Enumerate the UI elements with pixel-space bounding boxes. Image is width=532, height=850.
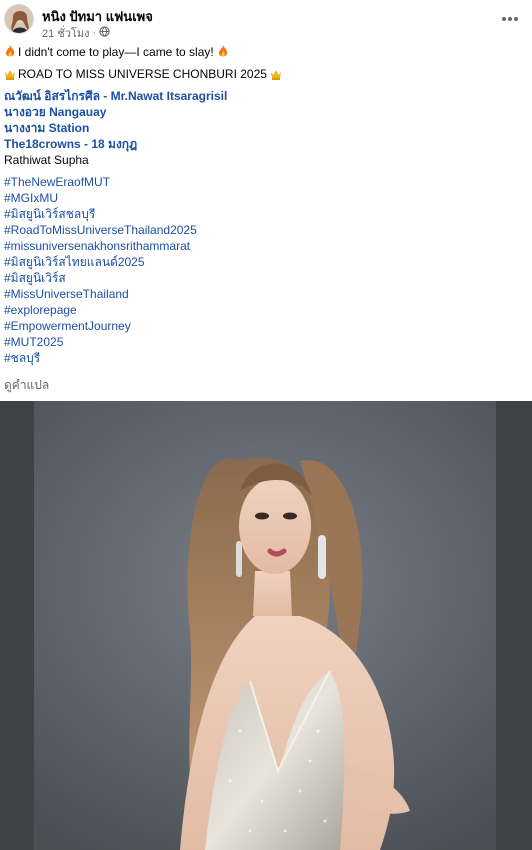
hashtag-link[interactable]: #RoadToMissUniverseThailand2025 — [4, 222, 524, 238]
hashtag-link[interactable]: #missuniversenakhonsrithammarat — [4, 238, 524, 254]
hashtag-link[interactable]: #EmpowermentJourney — [4, 318, 524, 334]
globe-icon — [99, 26, 110, 40]
hashtag-link[interactable]: #TheNewEraofMUT — [4, 174, 524, 190]
author-avatar[interactable] — [4, 4, 34, 34]
post-line-1-text: I didn't come to play—I came to slay! — [18, 45, 214, 59]
post-line-2: ROAD TO MISS UNIVERSE CHONBURI 2025 — [4, 66, 524, 82]
credit-link[interactable]: The18crowns - 18 มงกุฎ — [4, 136, 524, 152]
hashtag-link[interactable]: #มิสยูนิเวิร์สไทยแลนด์2025 — [4, 254, 524, 270]
post-body: I didn't come to play—I came to slay! RO… — [4, 44, 524, 366]
see-translation-link[interactable]: ดูคำแปล — [4, 376, 49, 395]
fire-icon — [217, 45, 229, 62]
post-photo[interactable] — [0, 401, 532, 850]
meta-separator: · — [92, 27, 97, 39]
post-header: หนิง ปัทมา แฟนเพจ 21 ชั่วโมง · — [0, 0, 532, 44]
more-options-button[interactable] — [496, 4, 524, 32]
fire-icon — [4, 45, 16, 62]
credit-link[interactable]: ณวัฒน์ อิสรไกรศีล - Mr.Nawat Itsaragrisi… — [4, 88, 524, 104]
hashtag-link[interactable]: #MGIxMU — [4, 190, 524, 206]
post-photo-image — [0, 401, 532, 850]
hashtag-link[interactable]: #มิสยูนิเวิร์สชลบุรี — [4, 206, 524, 222]
crown-icon — [4, 68, 16, 84]
credit-link[interactable]: นางอวย Nangauay — [4, 104, 524, 120]
hashtag-link[interactable]: #ชลบุรี — [4, 350, 524, 366]
hashtag-link[interactable]: #MUT2025 — [4, 334, 524, 350]
more-options-icon — [501, 9, 519, 27]
credit-link[interactable]: นางงาม Station — [4, 120, 524, 136]
post-line-2-text: ROAD TO MISS UNIVERSE CHONBURI 2025 — [18, 67, 267, 81]
hashtag-link[interactable]: #explorepage — [4, 302, 524, 318]
post-line-1: I didn't come to play—I came to slay! — [4, 44, 524, 60]
post-time[interactable]: 21 ชั่วโมง — [42, 24, 89, 42]
credit-text: Rathiwat Supha — [4, 153, 89, 167]
crown-icon — [270, 68, 282, 84]
hashtag-list: #TheNewEraofMUT #MGIxMU #มิสยูนิเวิร์สชล… — [4, 174, 524, 366]
post-meta: 21 ชั่วโมง · — [42, 24, 110, 42]
credits-list: ณวัฒน์ อิสรไกรศีล - Mr.Nawat Itsaragrisi… — [4, 88, 524, 168]
hashtag-link[interactable]: #มิสยูนิเวิร์ส — [4, 270, 524, 286]
hashtag-link[interactable]: #MissUniverseThailand — [4, 286, 524, 302]
